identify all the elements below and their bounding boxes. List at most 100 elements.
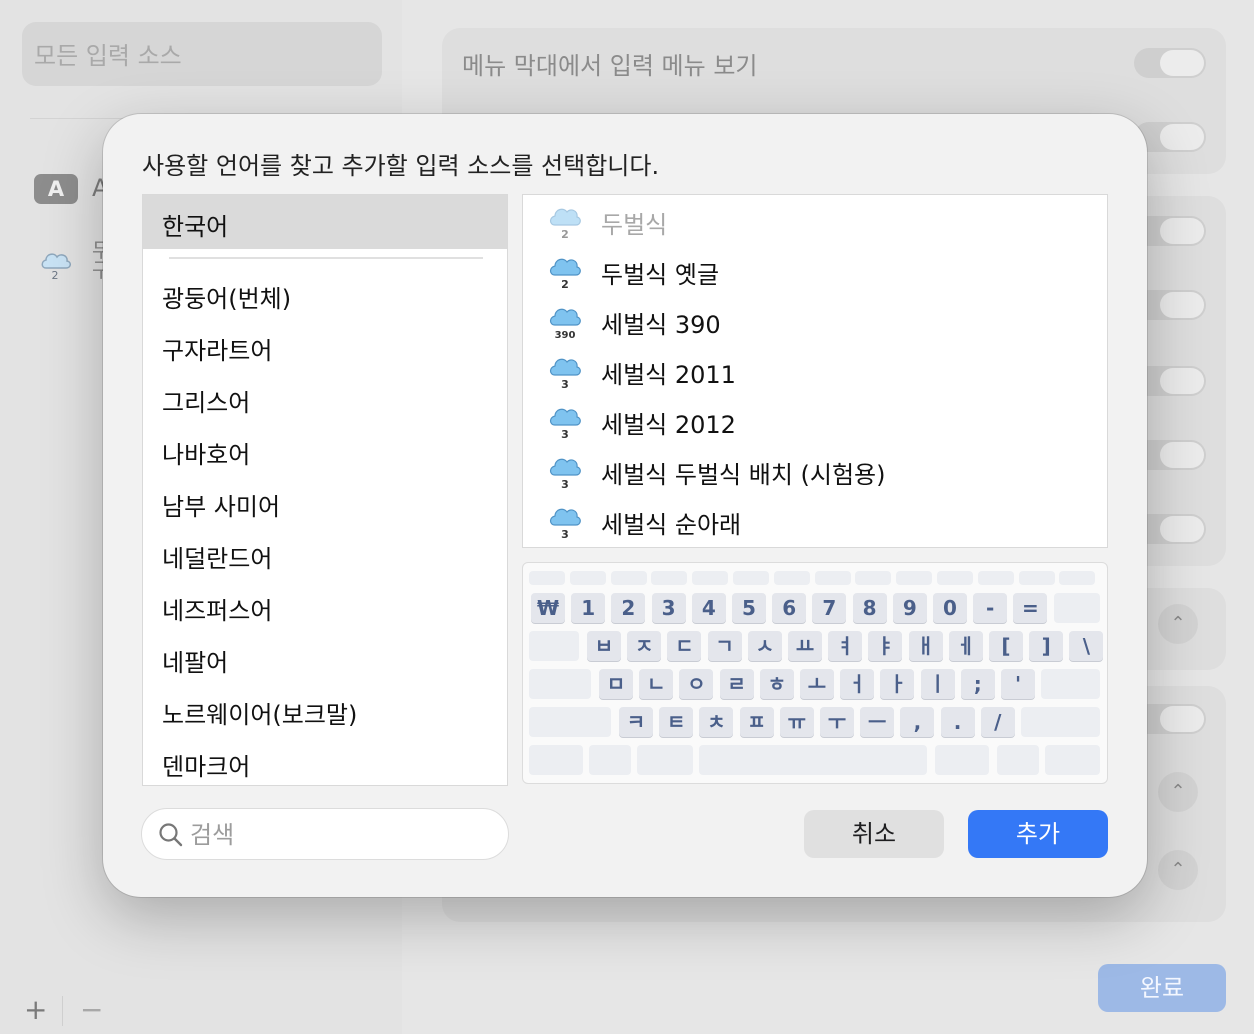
keyboard-key: ㅐ [908, 631, 943, 661]
input-source-label: 세벌식 두벌식 배치 (시험용) [601, 461, 886, 489]
keyboard-key: 7 [812, 593, 847, 623]
input-source-list[interactable]: 2 두벌식 2 두벌식 옛글 390 세벌식 390 3 세벌식 2011 3 세벌식 2012 3… [522, 194, 1108, 548]
keyboard-key: 6 [772, 593, 807, 623]
input-source-item[interactable]: 3 세벌식 2011 [547, 349, 1087, 393]
keyboard-key: ㅈ [627, 631, 662, 661]
input-source-label: 세벌식 390 [601, 311, 721, 339]
keyboard-key: ㅗ [800, 669, 834, 699]
language-item[interactable]: 노르웨이어(보크말) [162, 695, 357, 730]
popup-stepper-icon: ⌃ [1158, 772, 1198, 812]
language-item[interactable]: 나바호어 [162, 435, 250, 470]
cancel-button[interactable]: 취소 [804, 810, 944, 858]
keyboard-key: , [900, 707, 935, 737]
language-list[interactable]: 한국어 광둥어(번체) 구자라트어 그리스어 나바호어 남부 사미어 네덜란드어… [142, 194, 508, 786]
keyboard-key: ㅔ [948, 631, 983, 661]
keyboard-blank-key [651, 571, 688, 585]
keyboard-key: 0 [933, 593, 967, 623]
keyboard-key: ; [960, 669, 995, 699]
keyboard-blank-key [610, 571, 647, 585]
keyboard-key: ㅂ [587, 631, 621, 661]
keyboard-key: ㅡ [860, 707, 895, 737]
language-item[interactable]: 그리스어 [162, 383, 250, 418]
keyboard-key: ㅕ [828, 631, 863, 661]
keyboard-key: 9 [892, 593, 927, 623]
keyboard-blank-key [997, 745, 1039, 775]
search-icon [159, 823, 183, 847]
language-search-field[interactable] [141, 808, 509, 860]
language-item[interactable]: 광둥어(번체) [162, 279, 291, 314]
input-source-item[interactable]: 3 세벌식 두벌식 배치 (시험용) [547, 449, 1087, 493]
keyboard-key: 3 [651, 593, 686, 623]
keyboard-blank-key [935, 745, 989, 775]
cloud-number: 2 [52, 269, 59, 282]
add-input-source-button: + [24, 993, 48, 1026]
language-item[interactable]: 남부 사미어 [162, 487, 280, 522]
done-button: 완료 [1098, 964, 1226, 1012]
language-item[interactable]: 덴마크어 [162, 747, 250, 782]
keyboard-key: ' [1001, 669, 1035, 699]
keyboard-blank-key [589, 745, 631, 775]
keyboard-key: / [980, 707, 1015, 737]
keyboard-key: 4 [691, 593, 726, 623]
keyboard-blank-key [1059, 571, 1096, 585]
keyboard-blank-key [1018, 571, 1055, 585]
keyboard-key: 5 [732, 593, 766, 623]
cloud-korean-icon: 2 [549, 258, 581, 291]
keyboard-blank-key [529, 631, 579, 661]
language-item[interactable]: 네즈퍼스어 [162, 591, 272, 626]
language-item[interactable]: 구자라트어 [162, 331, 272, 366]
dialog-prompt: 사용할 언어를 찾고 추가할 입력 소스를 선택합니다. [142, 152, 660, 180]
cloud-korean-icon: 2 [549, 208, 581, 241]
keyboard-blank-key [529, 745, 583, 775]
keyboard-key: 8 [852, 593, 887, 623]
keyboard-key: ㅍ [739, 707, 774, 737]
keyboard-key: ㅎ [759, 669, 794, 699]
keyboard-key: ㅋ [619, 707, 653, 737]
keyboard-key: ㄷ [667, 631, 702, 661]
keyboard-key: ㅁ [599, 669, 633, 699]
popup-stepper-icon: ⌃ [1158, 850, 1198, 890]
keyboard-key: ㅊ [699, 707, 734, 737]
keyboard-blank-key [814, 571, 851, 585]
cloud-korean-icon: 2 [41, 253, 71, 282]
keyboard-key: ㅑ [868, 631, 903, 661]
keyboard-key: 2 [611, 593, 646, 623]
keyboard-key: \ [1069, 631, 1104, 661]
menu-bar-toggle [1134, 48, 1206, 78]
remove-input-source-button: − [80, 993, 104, 1026]
keyboard-key: ₩ [531, 593, 565, 623]
language-list-separator [169, 257, 483, 259]
keyboard-key: ㅇ [679, 669, 714, 699]
keyboard-key: = [1013, 593, 1048, 623]
input-source-label: 세벌식 2012 [601, 411, 736, 439]
keyboard-blank-key [937, 571, 973, 585]
keyboard-blank-key [529, 571, 565, 585]
keyboard-blank-key [1053, 593, 1100, 623]
keyboard-blank-key [896, 571, 933, 585]
keyboard-key: ㅅ [747, 631, 782, 661]
cloud-korean-icon: 390 [549, 308, 581, 341]
keyboard-key: ㅣ [920, 669, 955, 699]
keyboard-key: ] [1029, 631, 1064, 661]
input-source-item[interactable]: 3 세벌식 순아래 [547, 499, 1087, 543]
keyboard-key: ㅏ [880, 669, 915, 699]
input-source-item[interactable]: 3 세벌식 2012 [547, 399, 1087, 443]
keyboard-key: ㄴ [639, 669, 674, 699]
cloud-number: 390 [555, 330, 576, 341]
search-input[interactable] [188, 819, 492, 851]
language-item-selected[interactable]: 한국어 [143, 195, 507, 249]
input-source-item[interactable]: 2 두벌식 옛글 [547, 249, 1087, 293]
keyboard-key: 1 [571, 593, 606, 623]
add-button[interactable]: 추가 [968, 810, 1108, 858]
language-item[interactable]: 네덜란드어 [162, 539, 272, 574]
keyboard-blank-key [637, 745, 693, 775]
input-source-item[interactable]: 390 세벌식 390 [547, 299, 1087, 343]
input-source-label: 두벌식 옛글 [601, 261, 720, 289]
keyboard-blank-key [529, 707, 611, 737]
abc-badge-icon: A [34, 174, 78, 204]
keyboard-blank-key [699, 745, 927, 775]
keyboard-blank-key [1021, 707, 1100, 737]
keyboard-key: - [973, 593, 1008, 623]
language-item[interactable]: 네팔어 [162, 643, 228, 678]
cloud-korean-icon: 3 [549, 358, 581, 391]
